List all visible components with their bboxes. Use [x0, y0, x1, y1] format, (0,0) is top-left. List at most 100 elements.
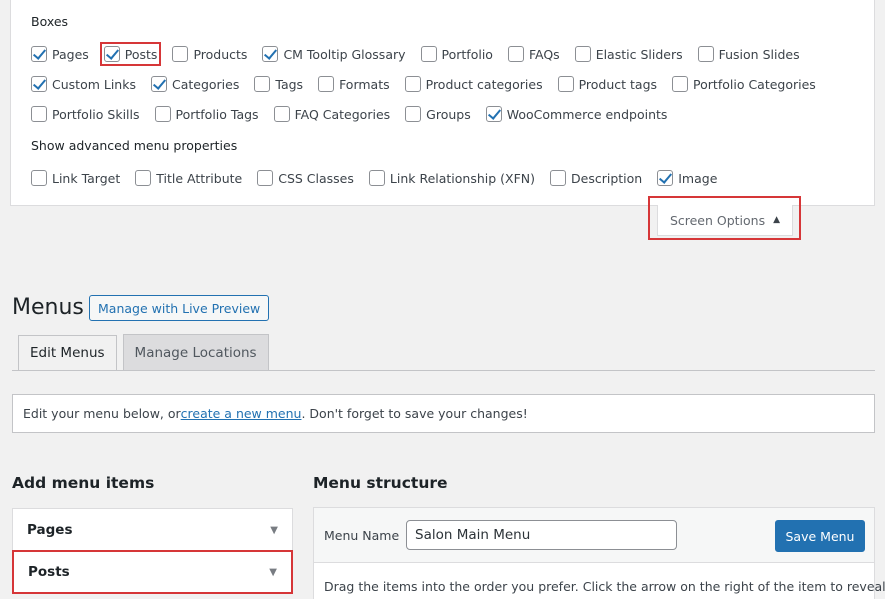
checkbox-label: Portfolio Categories	[693, 76, 816, 92]
checkbox-box[interactable]	[485, 106, 502, 122]
checkbox-label: Posts	[124, 46, 158, 62]
screen-options-panel: Boxes Pages Posts Products CM Tooltip Gl…	[10, 0, 875, 206]
checkbox-categories[interactable]: Categories	[150, 76, 239, 92]
page-title: Menus	[12, 295, 84, 320]
caret-down-icon: ▼	[269, 566, 277, 578]
checkbox-box[interactable]	[257, 170, 274, 186]
screen-options-label: Screen Options	[669, 212, 766, 228]
checkbox-label: Elastic Sliders	[595, 46, 683, 62]
tab-edit-menus[interactable]: Edit Menus	[18, 335, 117, 371]
menu-header: Menu Name Save Menu	[314, 508, 874, 563]
checkbox-image[interactable]: Image	[657, 170, 717, 186]
accordion-label: Pages	[27, 522, 73, 538]
checkbox-box[interactable]	[254, 76, 271, 92]
checkbox-box[interactable]	[672, 76, 689, 92]
screen-options-toggle[interactable]: Screen Options ▲	[657, 205, 793, 236]
checkbox-portfolio[interactable]: Portfolio	[420, 46, 493, 62]
checkbox-box[interactable]	[273, 106, 290, 122]
checkbox-box[interactable]	[318, 76, 335, 92]
advanced-heading: Show advanced menu properties	[31, 138, 238, 153]
boxes-row-2: Custom Links Categories Tags Formats Pro…	[31, 76, 831, 92]
checkbox-product-tags[interactable]: Product tags	[557, 76, 658, 92]
checkbox-portfolio-tags[interactable]: Portfolio Tags	[154, 106, 259, 122]
checkbox-box[interactable]	[103, 46, 120, 62]
save-menu-button[interactable]: Save Menu	[775, 520, 865, 552]
create-new-menu-link[interactable]: create a new menu	[181, 406, 302, 421]
checkbox-label: Tags	[275, 76, 304, 92]
checkbox-portfolio-skills[interactable]: Portfolio Skills	[31, 106, 140, 122]
add-menu-items-title: Add menu items	[12, 474, 155, 492]
caret-down-icon: ▼	[270, 524, 278, 536]
checkbox-label: FAQ Categories	[294, 106, 391, 122]
checkbox-box[interactable]	[31, 106, 47, 122]
advanced-row: Link Target Title Attribute CSS Classes …	[31, 170, 732, 186]
checkbox-box[interactable]	[420, 46, 437, 62]
checkbox-label: WooCommerce endpoints	[506, 106, 668, 122]
checkbox-label: Fusion Slides	[718, 46, 800, 62]
checkbox-box[interactable]	[31, 170, 47, 186]
checkbox-box[interactable]	[574, 46, 591, 62]
checkbox-label: Link Target	[52, 170, 121, 186]
checkbox-groups[interactable]: Groups	[405, 106, 471, 122]
checkbox-box[interactable]	[262, 46, 279, 62]
checkbox-box[interactable]	[154, 106, 171, 122]
checkbox-label: Pages	[52, 46, 89, 62]
checkbox-label: Portfolio Tags	[175, 106, 259, 122]
edit-notice: Edit your menu below, or create a new me…	[12, 394, 875, 433]
checkbox-box[interactable]	[557, 76, 574, 92]
checkbox-box[interactable]	[550, 170, 567, 186]
notice-text-after: . Don't forget to save your changes!	[301, 406, 528, 421]
checkbox-link-target[interactable]: Link Target	[31, 170, 120, 186]
checkbox-posts[interactable]: Posts	[99, 42, 162, 66]
checkbox-label: FAQs	[528, 46, 560, 62]
tab-manage-locations[interactable]: Manage Locations	[122, 334, 269, 370]
checkbox-css-classes[interactable]: CSS Classes	[257, 170, 354, 186]
checkbox-elastic-sliders[interactable]: Elastic Sliders	[574, 46, 683, 62]
checkbox-label: Portfolio Skills	[52, 106, 140, 122]
checkbox-box[interactable]	[507, 46, 524, 62]
checkbox-box[interactable]	[657, 170, 674, 186]
accordion-label: Posts	[28, 564, 70, 580]
checkbox-product-categories[interactable]: Product categories	[404, 76, 543, 92]
checkbox-box[interactable]	[150, 76, 167, 92]
checkbox-link-relationship[interactable]: Link Relationship (XFN)	[368, 170, 536, 186]
checkbox-box[interactable]	[31, 76, 47, 92]
checkbox-title-attribute[interactable]: Title Attribute	[135, 170, 242, 186]
checkbox-label: Link Relationship (XFN)	[389, 170, 536, 186]
checkbox-cm-tooltip-glossary[interactable]: CM Tooltip Glossary	[262, 46, 406, 62]
checkbox-label: Description	[571, 170, 643, 186]
checkbox-box[interactable]	[368, 170, 385, 186]
checkbox-box[interactable]	[405, 106, 422, 122]
checkbox-box[interactable]	[31, 46, 47, 62]
checkbox-label: Portfolio	[441, 46, 493, 62]
checkbox-faq-categories[interactable]: FAQ Categories	[273, 106, 391, 122]
menu-structure-panel: Menu Name Save Menu Drag the items into …	[313, 507, 885, 599]
checkbox-description[interactable]: Description	[550, 170, 642, 186]
checkbox-faqs[interactable]: FAQs	[507, 46, 560, 62]
manage-live-preview-button[interactable]: Manage with Live Preview	[89, 295, 270, 321]
checkbox-custom-links[interactable]: Custom Links	[31, 76, 136, 92]
checkbox-tags[interactable]: Tags	[254, 76, 303, 92]
checkbox-formats[interactable]: Formats	[318, 76, 390, 92]
checkbox-fusion-slides[interactable]: Fusion Slides	[697, 46, 800, 62]
checkbox-label: Groups	[426, 106, 471, 122]
accordion-pages[interactable]: Pages ▼	[12, 508, 293, 552]
checkbox-label: Title Attribute	[156, 170, 243, 186]
checkbox-box[interactable]	[172, 46, 189, 62]
checkbox-label: Product tags	[578, 76, 658, 92]
boxes-row-1: Pages Posts Products CM Tooltip Glossary…	[31, 42, 815, 66]
accordion-posts[interactable]: Posts ▼	[12, 550, 293, 594]
menu-name-label: Menu Name	[324, 528, 400, 543]
menu-name-input[interactable]	[406, 520, 677, 550]
checkbox-box[interactable]	[135, 170, 152, 186]
checkbox-pages[interactable]: Pages	[31, 46, 89, 62]
boxes-heading: Boxes	[31, 14, 69, 29]
checkbox-products[interactable]: Products	[172, 46, 247, 62]
checkbox-label: CSS Classes	[278, 170, 354, 186]
checkbox-box[interactable]	[404, 76, 421, 92]
menu-instructions: Drag the items into the order you prefer…	[324, 579, 885, 594]
checkbox-label: Formats	[339, 76, 390, 92]
checkbox-portfolio-categories[interactable]: Portfolio Categories	[672, 76, 816, 92]
checkbox-box[interactable]	[697, 46, 714, 62]
checkbox-woocommerce-endpoints[interactable]: WooCommerce endpoints	[485, 106, 668, 122]
